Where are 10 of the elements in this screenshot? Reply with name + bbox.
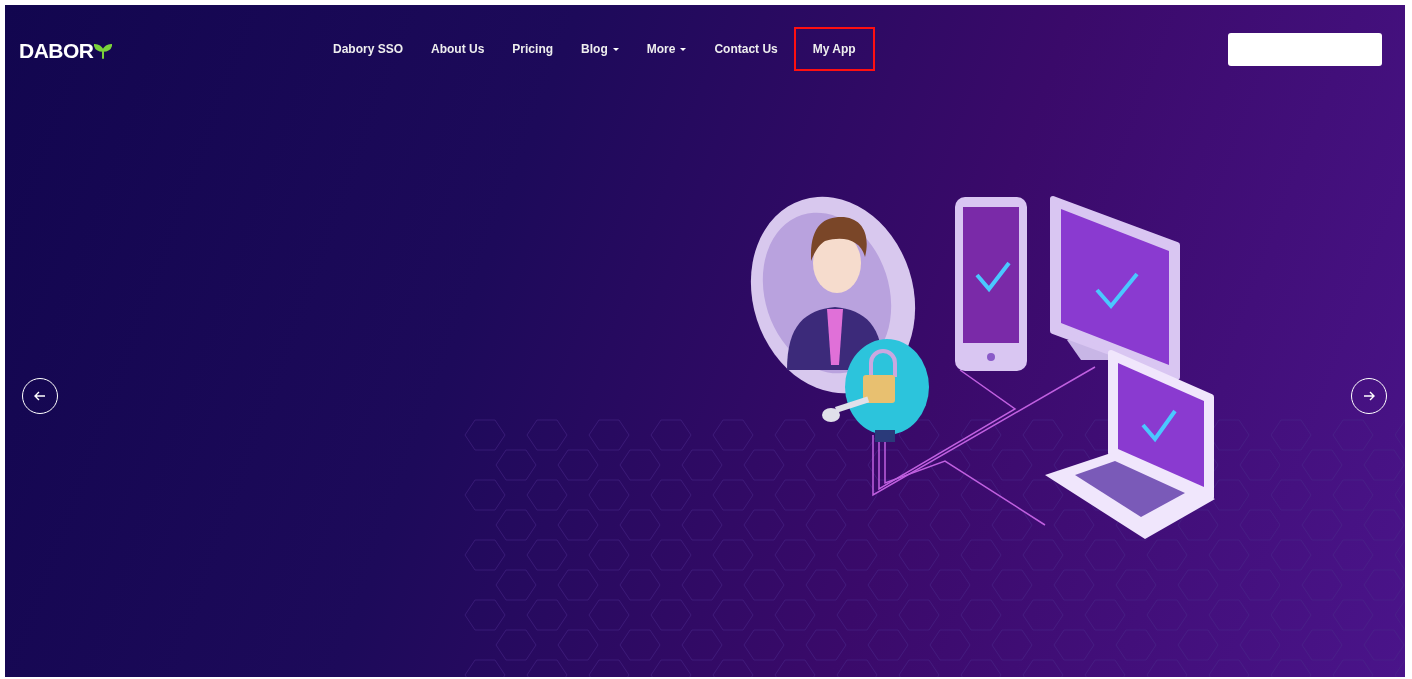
nav-link[interactable]: Pricing — [498, 27, 568, 71]
sprout-icon — [93, 42, 112, 60]
nav-link[interactable]: More — [632, 27, 701, 71]
nav-link[interactable]: My App — [793, 27, 875, 71]
nav-link[interactable]: Dabory SSO — [319, 27, 418, 71]
key-drawing — [822, 396, 870, 422]
nav-link[interactable]: Blog — [567, 27, 633, 71]
logo-text[interactable]: DABOR — [19, 39, 94, 63]
nav-link[interactable]: About Us — [417, 27, 499, 71]
nav-link[interactable]: Contact Us — [700, 27, 792, 71]
